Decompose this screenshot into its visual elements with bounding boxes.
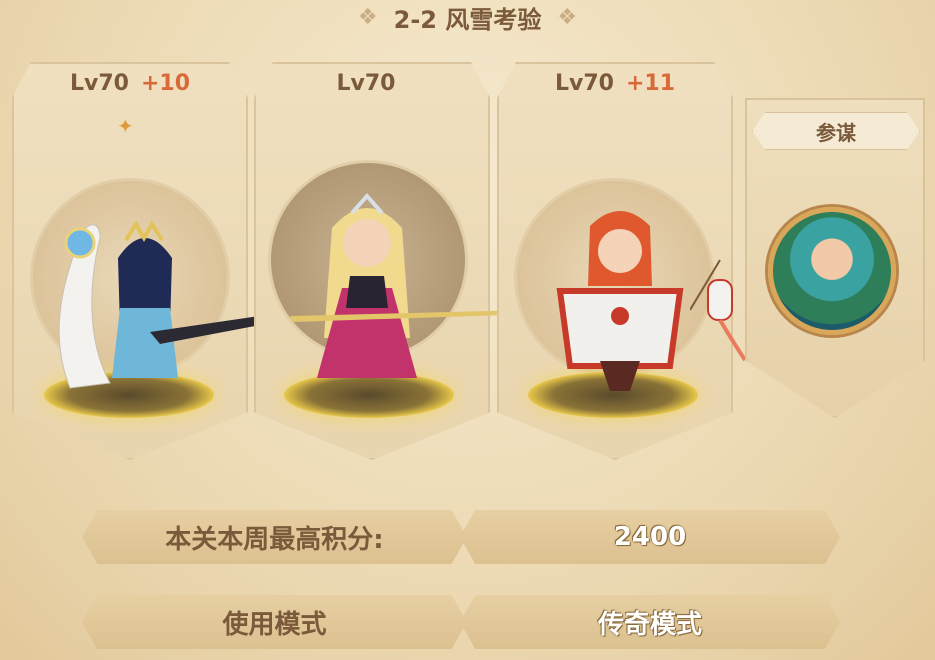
stage-title: 2-2 风雪考验 bbox=[393, 5, 542, 34]
star-marker-icon: ✦ bbox=[117, 114, 134, 138]
title-right-ornament: ❖ bbox=[557, 4, 578, 30]
stage-title-bar: ❖ 2-2 风雪考验 ❖ bbox=[0, 0, 935, 34]
score-label-bar: 本关本周最高积分: bbox=[82, 510, 467, 564]
title-left-ornament: ❖ bbox=[357, 4, 378, 30]
hero-2-level-row: Lv70 bbox=[254, 64, 490, 102]
hero-2-level: Lv70 bbox=[336, 70, 396, 96]
hero-3-lantern bbox=[690, 259, 747, 362]
advisor-label: 参谋 bbox=[752, 112, 920, 150]
hero-1-level-row: Lv70 +10 bbox=[12, 64, 248, 102]
hero-3-level: Lv70 bbox=[554, 70, 614, 96]
hero-3-level-row: Lv70 +11 bbox=[497, 64, 733, 102]
hero-2-sprite[interactable] bbox=[292, 188, 442, 388]
hero-1-bonus: +10 bbox=[140, 70, 191, 96]
hero-1-level: Lv70 bbox=[69, 70, 129, 96]
hero-3-sprite[interactable] bbox=[540, 196, 690, 396]
hero-3-bonus: +11 bbox=[625, 70, 676, 96]
mode-value-button[interactable]: 传奇模式 bbox=[460, 595, 840, 649]
advisor-portrait[interactable] bbox=[768, 207, 896, 335]
score-value-bar: 2400 bbox=[460, 510, 840, 564]
mode-label-bar: 使用模式 bbox=[82, 595, 467, 649]
